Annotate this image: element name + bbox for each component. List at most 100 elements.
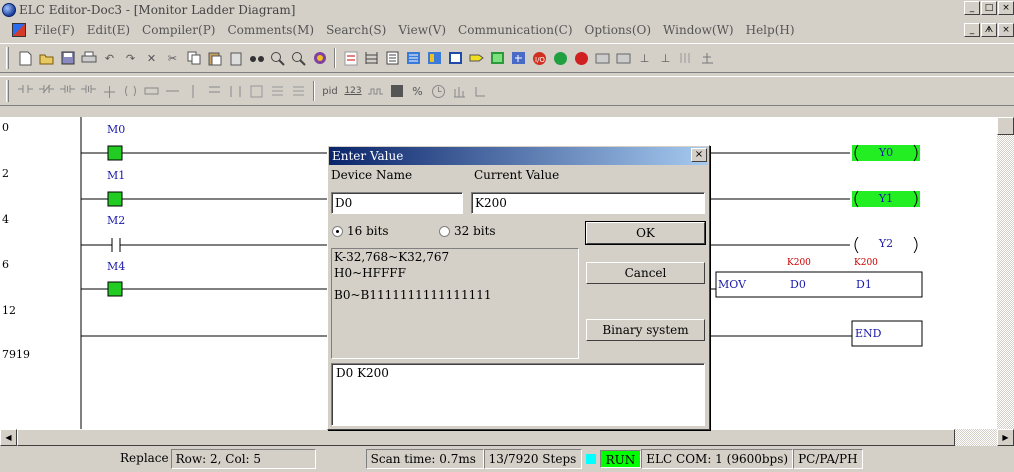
contact-label: M4 — [107, 260, 126, 273]
mdi-minimize-button[interactable]: _ — [964, 23, 980, 37]
value-history-list[interactable]: D0 K200 — [331, 363, 705, 426]
application-instr-icon[interactable] — [143, 83, 160, 100]
monitor-device-icon[interactable] — [510, 50, 527, 67]
comm-status-led — [585, 454, 596, 464]
horizontal-scrollbar[interactable]: ◀ ▶ — [0, 429, 1014, 446]
timer-icon[interactable] — [430, 83, 447, 100]
menu-comments[interactable]: Comments(M) — [221, 23, 320, 37]
out-end-icon[interactable] — [342, 50, 359, 67]
horizontal-line-icon[interactable] — [164, 83, 181, 100]
close-button[interactable]: × — [998, 1, 1014, 15]
zoom-in-icon[interactable] — [269, 50, 286, 67]
comment-icon[interactable] — [447, 50, 464, 67]
status-position: Row: 2, Col: 5 — [170, 449, 316, 469]
nc-contact-icon[interactable] — [38, 83, 55, 100]
toolbar-grip[interactable] — [6, 47, 9, 69]
pulse-icon[interactable] — [367, 83, 384, 100]
mdi-restore-button[interactable]: ᗗ — [981, 23, 997, 37]
f12-icon[interactable] — [227, 83, 244, 100]
bookmark-icon[interactable] — [311, 50, 328, 67]
fill-block-icon[interactable] — [388, 83, 405, 100]
tag-icon[interactable] — [468, 50, 485, 67]
cancel-button[interactable]: Cancel — [586, 262, 705, 284]
mov-src-value: K200 — [787, 258, 811, 268]
device-table-icon[interactable] — [426, 50, 443, 67]
network-icon[interactable] — [699, 50, 716, 67]
find-icon[interactable] — [248, 50, 265, 67]
contact-m1-on — [107, 191, 123, 207]
redo-icon[interactable]: ↷ — [122, 50, 139, 67]
binary-system-button[interactable]: Binary system — [586, 319, 705, 341]
delete-icon[interactable]: ✕ — [143, 50, 160, 67]
percent-icon[interactable]: % — [409, 83, 426, 100]
jump-icon[interactable] — [472, 83, 489, 100]
rung-number: 0 — [2, 121, 9, 134]
current-value-field[interactable] — [471, 192, 705, 214]
menu-file[interactable]: File(F) — [28, 23, 81, 37]
numeric-icon[interactable]: 123 — [343, 83, 363, 100]
plc-io-icon[interactable]: I/O — [531, 50, 548, 67]
ok-button[interactable]: OK — [585, 221, 706, 245]
cut-icon[interactable]: ✂ — [164, 50, 181, 67]
save-icon[interactable] — [59, 50, 76, 67]
menu-communication[interactable]: Communication(C) — [452, 23, 579, 37]
horizontal-scroll-thumb[interactable] — [17, 429, 955, 446]
sfc-mode-icon[interactable] — [384, 50, 401, 67]
vertical-scrollbar[interactable] — [997, 117, 1014, 429]
vertical-scroll-thumb[interactable] — [997, 117, 1014, 135]
new-file-icon[interactable] — [17, 50, 34, 67]
rising-edge-icon[interactable] — [59, 83, 76, 100]
insert-row-icon[interactable] — [269, 83, 286, 100]
inline-icon[interactable] — [248, 83, 265, 100]
paste-special-icon[interactable] — [227, 50, 244, 67]
monitor-icon[interactable] — [489, 50, 506, 67]
read-plc-icon[interactable] — [594, 50, 611, 67]
online-edit-icon[interactable]: ⊥ — [657, 50, 674, 67]
delete-row-icon[interactable] — [290, 83, 307, 100]
f11-icon[interactable] — [206, 83, 223, 100]
toolbar-grip-2[interactable] — [6, 80, 9, 102]
run-icon[interactable] — [552, 50, 569, 67]
falling-edge-icon[interactable] — [80, 83, 97, 100]
status-bar: Replace Row: 2, Col: 5 Scan time: 0.7ms … — [0, 446, 1014, 472]
menu-options[interactable]: Options(O) — [579, 23, 658, 37]
mdi-close-button[interactable]: × — [998, 23, 1014, 37]
print-icon[interactable] — [80, 50, 97, 67]
instruction-mode-icon[interactable] — [405, 50, 422, 67]
menu-compiler[interactable]: Compiler(P) — [136, 23, 221, 37]
dialog-close-button[interactable]: × — [691, 148, 707, 162]
paste-icon[interactable] — [206, 50, 223, 67]
menu-help[interactable]: Help(H) — [740, 23, 801, 37]
undo-icon[interactable]: ↶ — [101, 50, 118, 67]
radio-32-bits[interactable]: 32 bits — [439, 224, 496, 238]
open-folder-icon[interactable] — [38, 50, 55, 67]
main-toolbar: ↶ ↷ ✕ ✂ I/O ⊥ ⊥ — [0, 43, 1014, 73]
status-model: PC/PA/PH — [793, 449, 863, 469]
menu-view[interactable]: View(V) — [392, 23, 452, 37]
document-icon[interactable] — [12, 23, 26, 37]
pid-icon[interactable]: pid — [321, 83, 339, 100]
scroll-right-icon[interactable]: ▶ — [997, 429, 1014, 446]
write-plc-icon[interactable] — [615, 50, 632, 67]
zoom-out-icon[interactable] — [290, 50, 307, 67]
inverse-icon[interactable] — [101, 83, 118, 100]
copy-icon[interactable] — [185, 50, 202, 67]
radio-16-bits[interactable]: 16 bits — [332, 224, 389, 238]
menu-edit[interactable]: Edit(E) — [81, 23, 136, 37]
maximize-button[interactable]: □ — [981, 1, 997, 15]
range-decimal: K-32,768~K32,767 — [334, 250, 450, 264]
compare-icon[interactable]: ⊥ — [636, 50, 653, 67]
stop-icon[interactable] — [573, 50, 590, 67]
menu-window[interactable]: Window(W) — [657, 23, 740, 37]
ladder-mode-icon[interactable] — [363, 50, 380, 67]
binary-view-icon[interactable] — [678, 50, 695, 67]
menu-bar: File(F) Edit(E) Compiler(P) Comments(M) … — [0, 20, 1014, 40]
output-coil-icon[interactable] — [122, 83, 139, 100]
device-name-field[interactable] — [331, 192, 463, 214]
scroll-left-icon[interactable]: ◀ — [0, 429, 17, 446]
minimize-button[interactable]: _ — [964, 1, 980, 15]
vertical-line-icon[interactable] — [185, 83, 202, 100]
no-contact-icon[interactable] — [17, 83, 34, 100]
bar-graph-icon[interactable] — [451, 83, 468, 100]
menu-search[interactable]: Search(S) — [320, 23, 392, 37]
